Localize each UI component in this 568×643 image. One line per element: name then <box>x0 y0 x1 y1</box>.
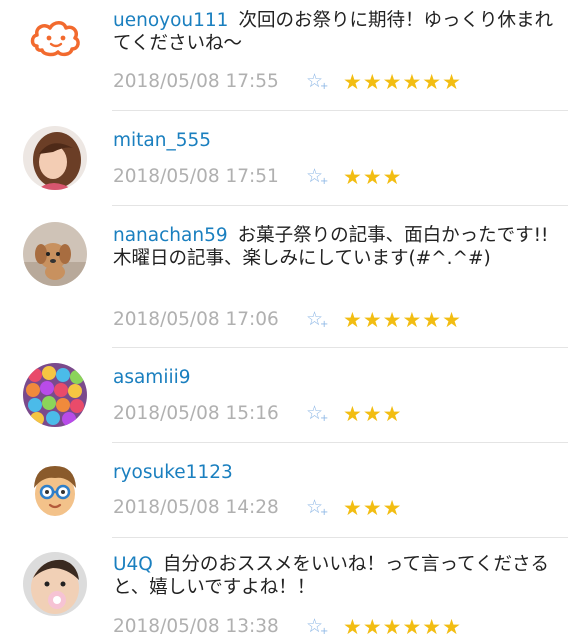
avatar[interactable] <box>23 363 87 427</box>
comment-item: nanachan59 お菓子祭りの記事、面白かったです!! 木曜日の記事、楽しみに… <box>0 206 568 348</box>
comment-meta: 2018/05/08 17:51 ☆+ ★★★ <box>113 164 553 190</box>
comment-body: U4Q 自分のおススメをいいね！って言ってくださると、嬉しいですよね！！ <box>113 553 554 599</box>
add-star-icon[interactable]: ☆+ <box>306 70 328 98</box>
comment-body: uenoyou111 次回のお祭りに期待！ゆっくり休まれてくださいね〜 <box>113 9 554 55</box>
star-rating: ★★★ <box>343 496 403 520</box>
add-star-icon[interactable]: ☆+ <box>306 615 328 643</box>
comment-meta: 2018/05/08 13:38 ☆+ ★★★★★★ <box>113 614 553 640</box>
timestamp: 2018/05/08 17:06 <box>113 309 279 330</box>
colorful-balls-photo <box>23 363 87 427</box>
baby-photo <box>23 552 87 616</box>
username-link[interactable]: mitan_555 <box>113 130 211 151</box>
comment-body: mitan_555 <box>113 129 554 152</box>
timestamp: 2018/05/08 14:28 <box>113 497 279 518</box>
comment-body: nanachan59 お菓子祭りの記事、面白かったです!! 木曜日の記事、楽しみに… <box>113 224 567 270</box>
star-rating: ★★★ <box>343 165 403 189</box>
star-rating: ★★★ <box>343 402 403 426</box>
avatar[interactable] <box>23 8 87 72</box>
add-star-icon[interactable]: ☆+ <box>306 308 328 336</box>
avatar[interactable] <box>23 126 87 190</box>
timestamp: 2018/05/08 17:55 <box>113 71 279 92</box>
username-link[interactable]: U4Q <box>113 554 153 575</box>
dog-photo <box>23 222 87 286</box>
comment-meta: 2018/05/08 14:28 ☆+ ★★★ <box>113 495 553 521</box>
add-star-icon[interactable]: ☆+ <box>306 165 328 193</box>
mascot-icon <box>30 21 80 57</box>
comment-item: ryosuke1123 2018/05/08 14:28 ☆+ ★★★ <box>0 443 568 538</box>
comment-item: mitan_555 2018/05/08 17:51 ☆+ ★★★ <box>0 111 568 206</box>
star-rating: ★★★★★★ <box>343 70 462 94</box>
add-star-icon[interactable]: ☆+ <box>306 496 328 524</box>
star-rating: ★★★★★★ <box>343 308 462 332</box>
timestamp: 2018/05/08 13:38 <box>113 616 279 637</box>
comment-meta: 2018/05/08 17:06 ☆+ ★★★★★★ <box>113 307 553 333</box>
avatar[interactable] <box>23 552 87 616</box>
timestamp: 2018/05/08 15:16 <box>113 403 279 424</box>
username-link[interactable]: uenoyou111 <box>113 10 228 31</box>
comment-body: ryosuke1123 <box>113 461 554 484</box>
username-link[interactable]: nanachan59 <box>113 225 228 246</box>
avatar[interactable] <box>23 222 87 286</box>
comment-item: U4Q 自分のおススメをいいね！って言ってくださると、嬉しいですよね！！ 2018… <box>0 538 568 640</box>
timestamp: 2018/05/08 17:51 <box>113 166 279 187</box>
star-rating: ★★★★★★ <box>343 615 462 639</box>
comment-item: uenoyou111 次回のお祭りに期待！ゆっくり休まれてくださいね〜 2018/… <box>0 0 568 111</box>
username-link[interactable]: asamiii9 <box>113 367 191 388</box>
add-star-icon[interactable]: ☆+ <box>306 402 328 430</box>
glasses-boy-icon <box>23 458 87 522</box>
comment-meta: 2018/05/08 17:55 ☆+ ★★★★★★ <box>113 69 553 95</box>
woman-photo <box>23 126 87 190</box>
username-link[interactable]: ryosuke1123 <box>113 462 233 483</box>
comment-item: asamiii9 2018/05/08 15:16 ☆+ ★★★ <box>0 348 568 443</box>
comment-text: 自分のおススメをいいね！って言ってくださると、嬉しいですよね！！ <box>113 554 549 598</box>
comment-body: asamiii9 <box>113 366 554 389</box>
avatar[interactable] <box>23 458 87 522</box>
comment-meta: 2018/05/08 15:16 ☆+ ★★★ <box>113 401 553 427</box>
